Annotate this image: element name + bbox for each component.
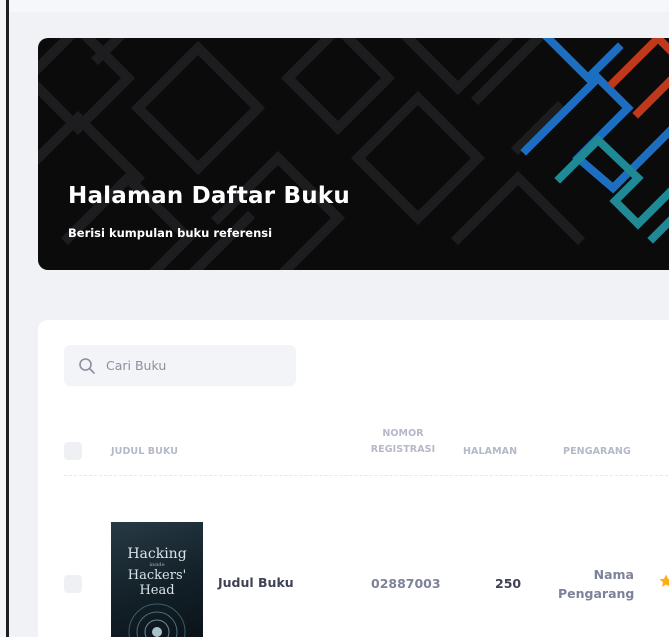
hero-banner: Halaman Daftar Buku Berisi kumpulan buku… [38, 38, 669, 270]
column-header-registration[interactable]: NOMOR REGISTRASI [363, 428, 443, 455]
registration-number: 02887003 [371, 576, 441, 591]
search-input[interactable] [106, 355, 286, 375]
star-icon [659, 574, 669, 587]
column-header-title[interactable]: JUDUL BUKU [111, 446, 178, 457]
search-icon [79, 358, 95, 374]
page-subtitle: Berisi kumpulan buku referensi [68, 226, 273, 240]
header-divider [64, 475, 669, 476]
page-title: Halaman Daftar Buku [68, 183, 350, 209]
author-name: Nama Pengarang [558, 565, 634, 603]
book-list-card: JUDUL BUKU NOMOR REGISTRASI HALAMAN PENG… [38, 320, 669, 637]
cover-title-line1: Hacking [127, 546, 187, 562]
author-name-line2: Pengarang [558, 586, 635, 601]
column-header-registration-line2: REGISTRASI [370, 444, 436, 455]
row-checkbox[interactable] [64, 575, 82, 593]
search-box[interactable] [64, 345, 296, 386]
cover-title-line2: Hackers' Head [127, 568, 187, 598]
author-name-line1: Nama [593, 567, 634, 582]
column-header-registration-line1: NOMOR [382, 428, 424, 439]
page-count: 250 [495, 576, 522, 591]
book-title-link[interactable]: Judul Buku [218, 575, 294, 590]
book-cover-image[interactable]: Hacking inside Hackers' Head [111, 522, 203, 637]
select-all-checkbox[interactable] [64, 442, 82, 460]
column-header-author[interactable]: PENGARANG [563, 446, 631, 457]
top-bar [9, 0, 669, 12]
column-header-pages[interactable]: HALAMAN [463, 446, 517, 457]
